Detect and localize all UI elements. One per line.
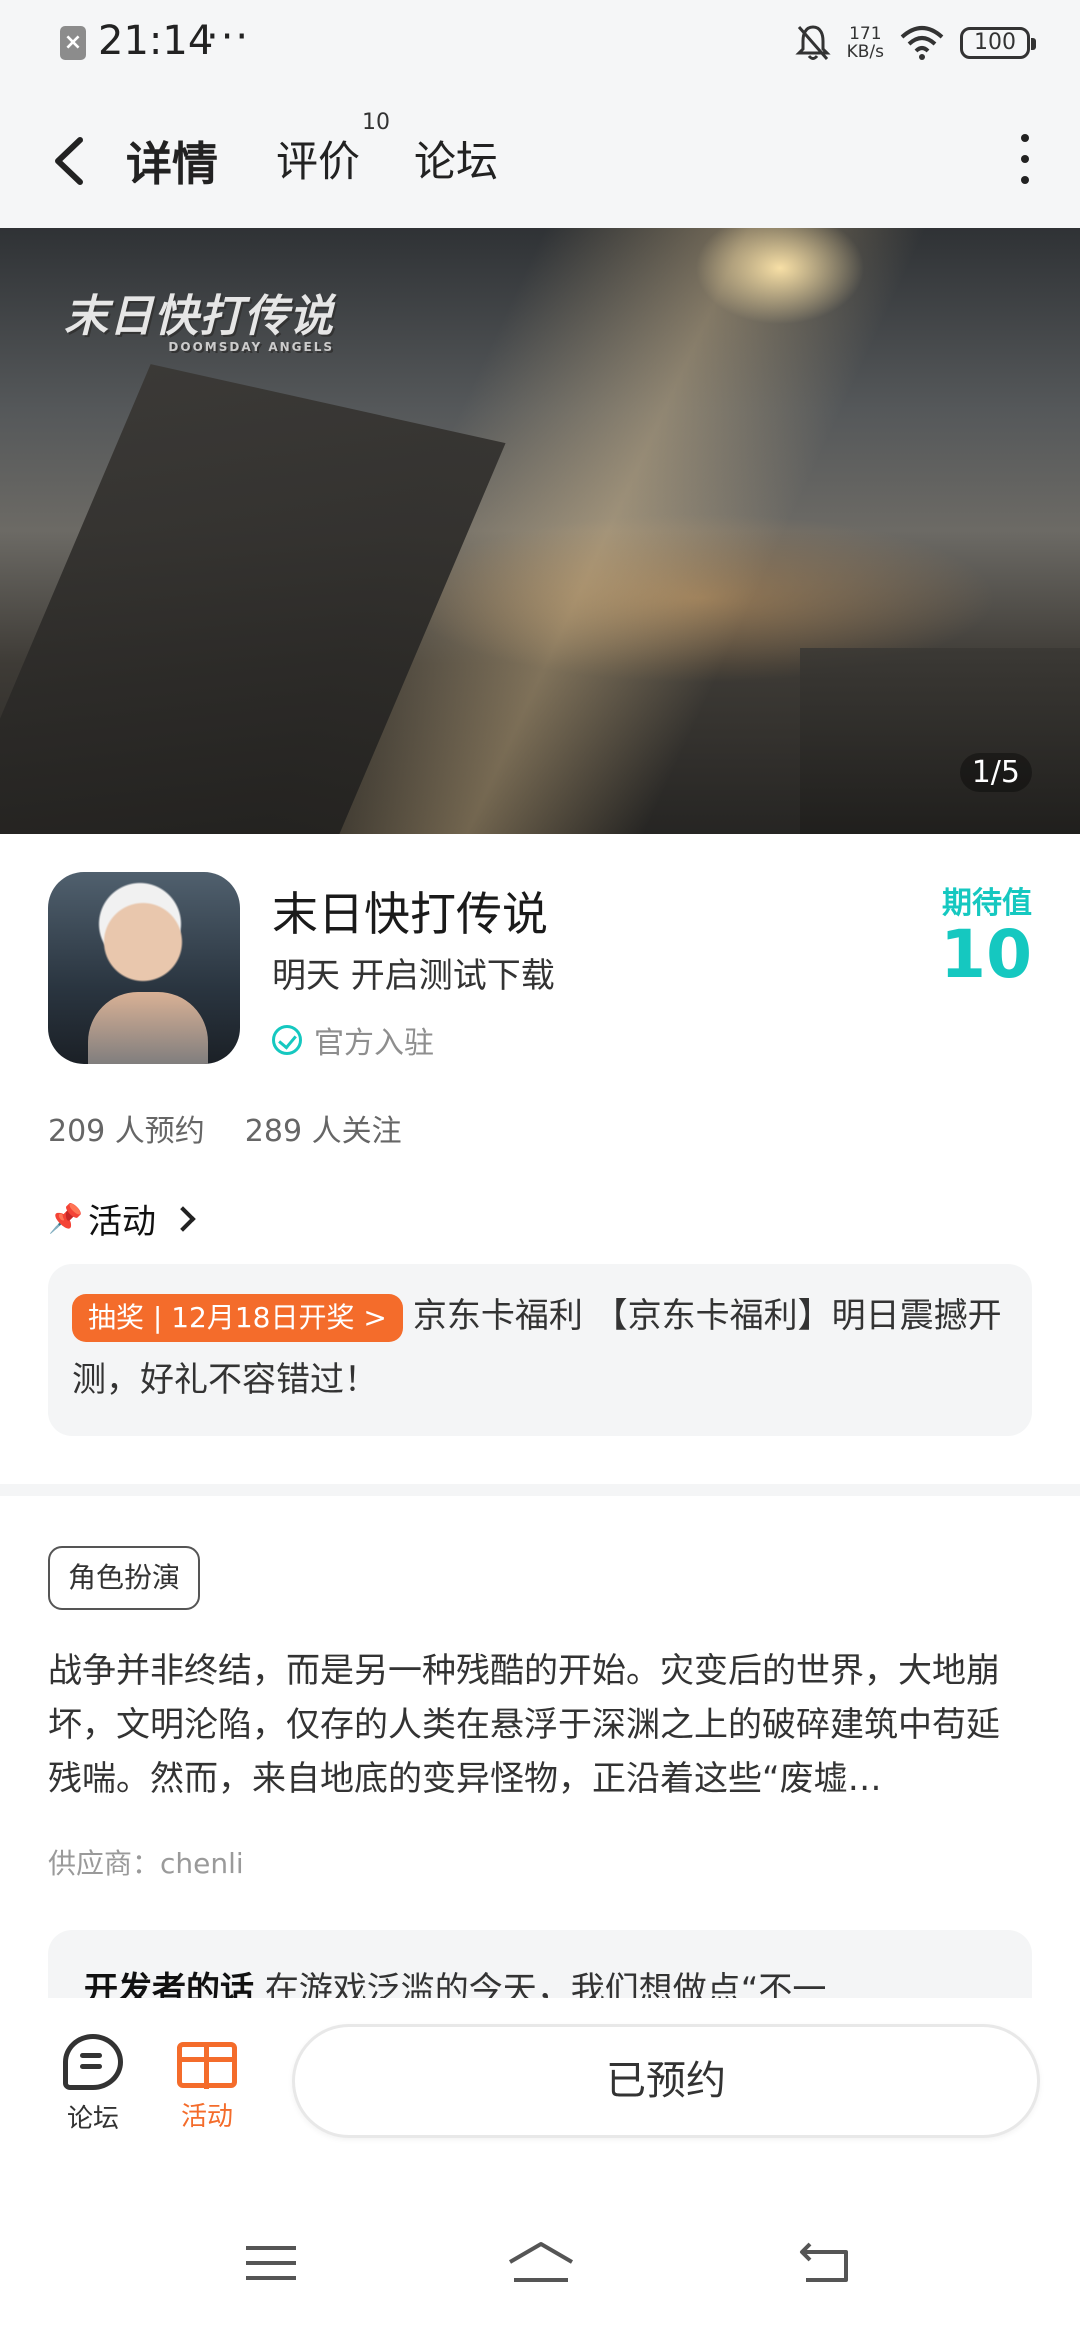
genre-tag[interactable]: 角色扮演 <box>48 1546 201 1610</box>
tab-details-label: 详情 <box>126 137 218 191</box>
speed-value: 171 <box>849 24 882 44</box>
developer-note-text: 在游戏泛滥的今天，我们想做点“不一 <box>264 1970 827 2000</box>
chevron-right-icon <box>170 1205 196 1232</box>
activity-header[interactable]: 📌 活动 <box>48 1194 196 1243</box>
bottom-action-bar: 论坛 活动 已预约 <box>0 1998 1080 2160</box>
bottom-activity-button[interactable]: 活动 <box>162 2034 252 2133</box>
game-stats: 209 人预约 289 人关注 <box>48 1106 402 1150</box>
battery-indicator: 100 <box>960 27 1036 59</box>
provider-label: 供应商：chenli <box>48 1847 244 1880</box>
tab-reviews-label: 评价 <box>276 137 361 186</box>
speed-unit: KB/s <box>846 42 884 62</box>
top-nav: 详情 评价 10 论坛 <box>0 90 1080 228</box>
review-count-badge: 10 <box>362 110 391 135</box>
banner-artwork-ruins <box>800 648 1080 834</box>
game-app-icon <box>48 872 240 1064</box>
banner-carousel[interactable]: 末日快打传说 DOOMSDAY ANGELS 1/5 <box>0 228 1080 834</box>
network-speed: 171 KB/s <box>847 25 884 61</box>
banner-artwork <box>0 364 506 834</box>
expectation-score: 期待值 10 <box>940 878 1032 988</box>
banner-logo-sub: DOOMSDAY ANGELS <box>168 340 334 354</box>
tab-forum-label: 论坛 <box>414 137 499 186</box>
activity-title: 活动 <box>88 1202 156 1242</box>
tab-reviews[interactable]: 评价 10 <box>276 110 390 189</box>
reservation-count: 209 人预约 <box>48 1114 205 1149</box>
banner-logo-text: 末日快打传说 <box>64 291 334 342</box>
back-arrow-icon[interactable] <box>44 126 104 196</box>
status-bar: × 21:14 ··· 171 KB/s 100 <box>0 0 1080 90</box>
lottery-tag: 抽奖 | 12月18日开奖 > <box>72 1293 403 1342</box>
check-circle-icon <box>272 1025 302 1055</box>
banner-game-logo: 末日快打传说 DOOMSDAY ANGELS <box>64 280 334 354</box>
chat-bubble-icon <box>63 2034 123 2090</box>
expectation-value: 10 <box>940 916 1032 993</box>
system-nav-bar <box>0 2160 1080 2340</box>
tab-forum[interactable]: 论坛 <box>414 128 498 189</box>
bottom-activity-label: 活动 <box>180 2102 233 2132</box>
notification-icon: × <box>60 26 86 60</box>
activity-card[interactable]: 抽奖 | 12月18日开奖 > 京东卡福利 【京东卡福利】明日震撼开测，好礼不容错… <box>48 1264 1032 1436</box>
section-divider <box>0 1484 1080 1496</box>
back-icon[interactable] <box>796 2240 856 2286</box>
status-time: 21:14 <box>98 18 214 64</box>
home-icon[interactable] <box>506 2240 576 2284</box>
reserved-button[interactable]: 已预约 <box>292 2024 1040 2138</box>
official-label: 官方入驻 <box>314 1026 434 1061</box>
follower-count: 289 人关注 <box>244 1114 402 1149</box>
status-icons: 171 KB/s 100 <box>794 18 1036 68</box>
status-more: ··· <box>206 14 251 60</box>
pin-icon: 📌 <box>48 1201 83 1235</box>
more-menu-icon[interactable] <box>1010 134 1040 184</box>
bottom-forum-button[interactable]: 论坛 <box>48 2034 138 2135</box>
gift-icon <box>177 2042 237 2089</box>
game-release-status: 明天 开启测试下载 <box>272 956 555 996</box>
official-badge: 官方入驻 <box>272 1018 434 1062</box>
developer-note-card[interactable]: 开发者的话 在游戏泛滥的今天，我们想做点“不一 <box>48 1930 1032 2000</box>
menu-icon[interactable] <box>246 2246 296 2280</box>
bottom-forum-label: 论坛 <box>66 2104 119 2134</box>
wifi-icon <box>900 26 944 60</box>
banner-page-counter: 1/5 <box>959 753 1032 792</box>
tab-details[interactable]: 详情 <box>122 128 222 194</box>
developer-note-title: 开发者的话 <box>84 1970 254 2000</box>
mute-bell-icon <box>794 25 831 60</box>
game-title: 末日快打传说 <box>272 887 548 941</box>
game-description[interactable]: 战争并非终结，而是另一种残酷的开始。灾变后的世界，大地崩坏，文明沦陷，仅存的人类… <box>48 1644 1032 1806</box>
